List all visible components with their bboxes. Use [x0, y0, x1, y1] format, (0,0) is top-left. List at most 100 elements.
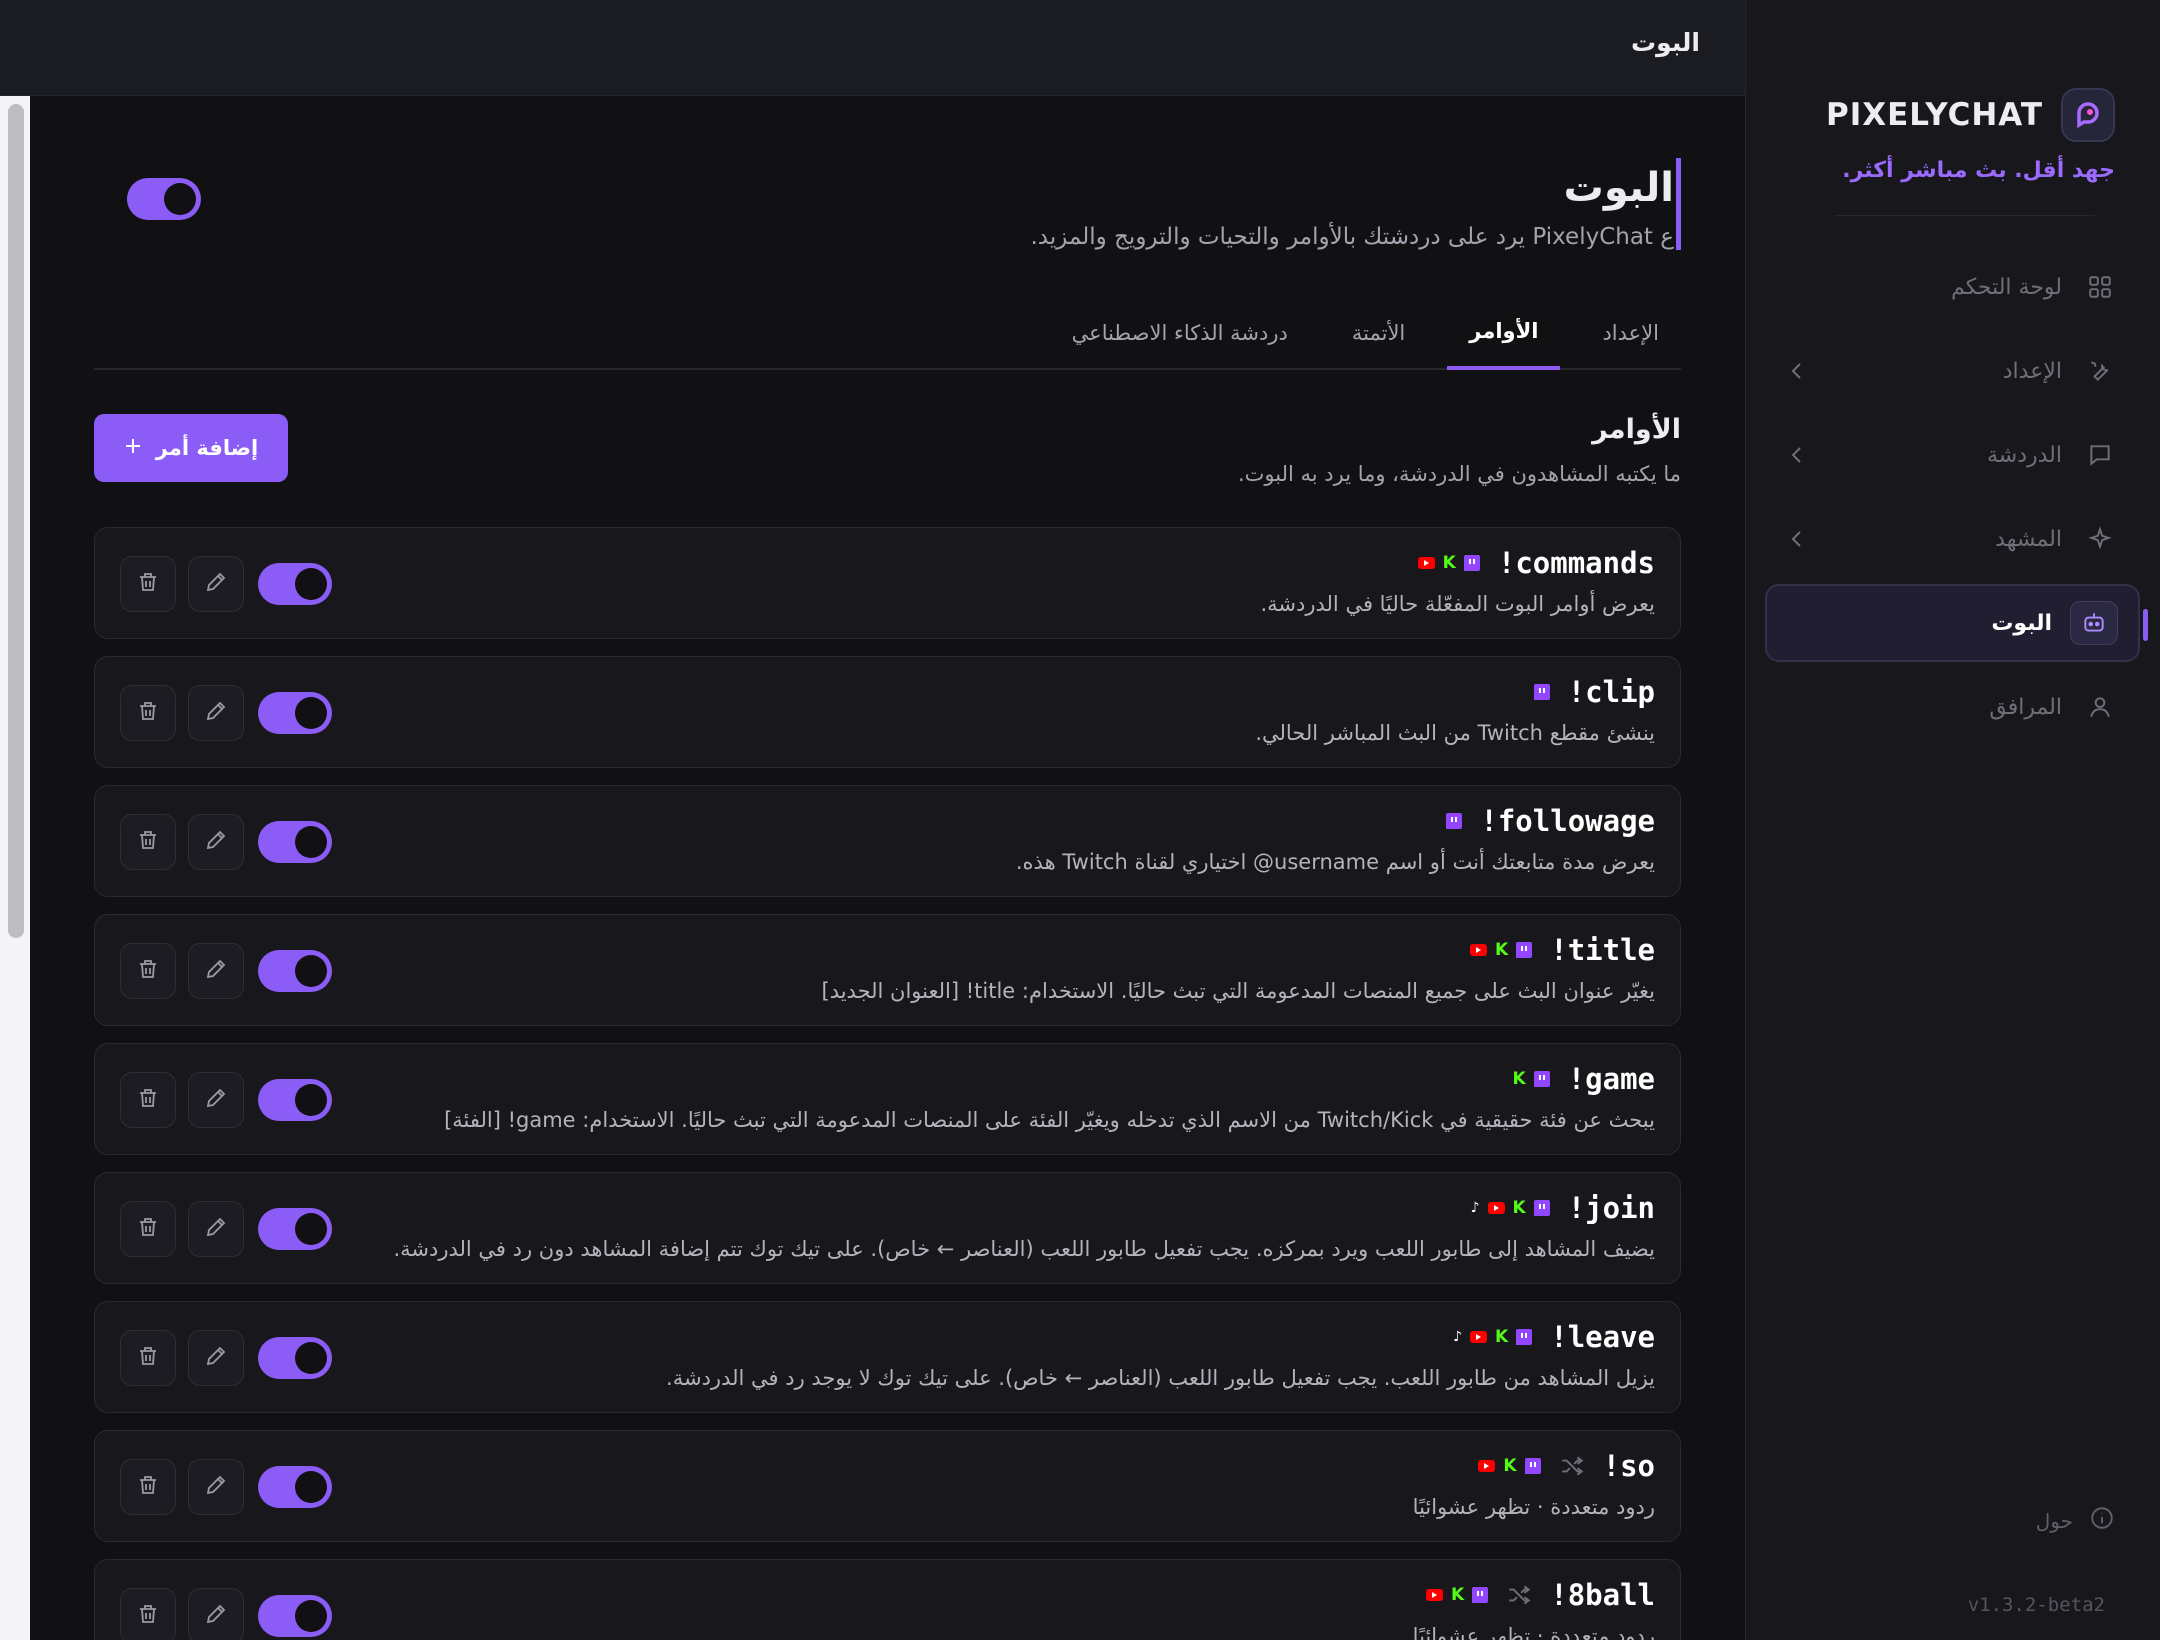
delete-button[interactable] — [120, 1201, 176, 1257]
command-enabled-toggle[interactable] — [258, 950, 332, 992]
youtube-icon — [1470, 944, 1488, 956]
command-header: !so K — [1478, 1449, 1655, 1483]
sidebar-item-label: المرافق — [1989, 694, 2062, 720]
sidebar-item-label: الدردشة — [1986, 442, 2062, 468]
sidebar-item-label: المشهد — [1995, 526, 2062, 552]
sidebar-item-label: البوت — [1991, 610, 2052, 636]
edit-button[interactable] — [188, 685, 244, 741]
kick-icon: K — [1442, 553, 1456, 573]
command-header: !leave K ♪ — [1453, 1320, 1655, 1354]
command-enabled-toggle[interactable] — [258, 1337, 332, 1379]
command-header: !commands K — [1417, 546, 1655, 580]
sidebar-item-bot[interactable]: البوت — [1765, 584, 2148, 662]
chat-bubble-icon — [2080, 435, 2120, 475]
edit-button[interactable] — [188, 814, 244, 870]
command-enabled-toggle[interactable] — [258, 821, 332, 863]
command-header: !followage — [1446, 804, 1655, 838]
section-title: الأوامر — [1592, 414, 1681, 445]
youtube-icon — [1470, 1331, 1488, 1343]
command-header: !join K ♪ — [1471, 1191, 1655, 1225]
command-row: !followage يعرض مدة متابعتك أنت أو اسم u… — [94, 785, 1681, 897]
command-header: !8ball K — [1426, 1578, 1655, 1612]
command-enabled-toggle[interactable] — [258, 1595, 332, 1637]
tab-bar: الإعداد الأوامر الأتمتة دردشة الذكاء الا… — [94, 296, 1681, 370]
pencil-icon — [204, 957, 228, 985]
delete-button[interactable] — [120, 685, 176, 741]
sidebar-item-scene[interactable]: المشهد — [1765, 500, 2140, 578]
bot-master-toggle[interactable] — [127, 178, 201, 220]
twitch-icon — [1533, 684, 1550, 700]
delete-button[interactable] — [120, 1459, 176, 1515]
sidebar-item-chat[interactable]: الدردشة — [1765, 416, 2140, 494]
chevron-left-icon — [1785, 361, 1809, 381]
platform-icons: K — [1417, 553, 1480, 573]
pencil-icon — [204, 828, 228, 856]
delete-button[interactable] — [120, 943, 176, 999]
platform-icons — [1446, 813, 1463, 829]
add-command-button[interactable]: إضافة أمر — [94, 414, 288, 482]
delete-button[interactable] — [120, 1330, 176, 1386]
delete-button[interactable] — [120, 1072, 176, 1128]
command-actions — [120, 1459, 332, 1515]
platform-icons: K ♪ — [1470, 1200, 1550, 1217]
command-actions — [120, 1588, 332, 1640]
command-name: !so — [1602, 1449, 1655, 1483]
edit-button[interactable] — [188, 1459, 244, 1515]
command-enabled-toggle[interactable] — [258, 1208, 332, 1250]
sidebar-nav: لوحة التحكم الإعداد الدردشة المشهد البوت… — [1765, 248, 2148, 752]
brand[interactable]: PIXELYCHAT — [1826, 88, 2115, 142]
command-description: يعرض مدة متابعتك أنت أو اسم username@ اخ… — [1015, 850, 1655, 874]
plus-icon — [124, 436, 142, 460]
edit-button[interactable] — [188, 556, 244, 612]
command-enabled-toggle[interactable] — [258, 563, 332, 605]
trash-icon — [136, 1344, 160, 1372]
info-icon — [2089, 1505, 2115, 1536]
sidebar-item-utilities[interactable]: المرافق — [1765, 668, 2140, 746]
edit-button[interactable] — [188, 943, 244, 999]
scrollbar-thumb[interactable] — [8, 104, 24, 938]
command-actions — [120, 556, 332, 612]
edit-button[interactable] — [188, 1588, 244, 1640]
page-title: البوت — [1563, 165, 1674, 211]
about-link[interactable]: حول — [2036, 1505, 2115, 1536]
tab-automation[interactable]: الأتمتة — [1330, 296, 1427, 370]
pencil-icon — [204, 1344, 228, 1372]
command-name: !join — [1567, 1191, 1655, 1225]
pencil-icon — [204, 1602, 228, 1630]
youtube-icon — [1487, 1202, 1505, 1214]
edit-button[interactable] — [188, 1072, 244, 1128]
sidebar-item-setup[interactable]: الإعداد — [1765, 332, 2140, 410]
command-header: !title K — [1470, 933, 1655, 967]
pencil-icon — [204, 699, 228, 727]
main-content: البوت ع PixelyChat يرد على دردشتك بالأوا… — [30, 96, 1745, 1640]
delete-button[interactable] — [120, 814, 176, 870]
edit-button[interactable] — [188, 1201, 244, 1257]
youtube-icon — [1417, 557, 1435, 569]
trash-icon — [136, 828, 160, 856]
command-enabled-toggle[interactable] — [258, 692, 332, 734]
delete-button[interactable] — [120, 556, 176, 612]
tab-ai-chat[interactable]: دردشة الذكاء الاصطناعي — [1050, 296, 1310, 370]
twitch-icon — [1533, 1200, 1550, 1216]
tab-setup[interactable]: الإعداد — [1580, 296, 1681, 370]
command-actions — [120, 814, 332, 870]
command-name: !game — [1567, 1062, 1655, 1096]
command-enabled-toggle[interactable] — [258, 1079, 332, 1121]
tiktok-icon: ♪ — [1470, 1200, 1480, 1216]
trash-icon — [136, 1602, 160, 1630]
command-enabled-toggle[interactable] — [258, 1466, 332, 1508]
pencil-icon — [204, 570, 228, 598]
trash-icon — [136, 1215, 160, 1243]
platform-icons: K ♪ — [1453, 1329, 1533, 1346]
edit-button[interactable] — [188, 1330, 244, 1386]
delete-button[interactable] — [120, 1588, 176, 1640]
shuffle-icon — [1559, 1453, 1585, 1479]
command-row: !8ball K ردود متعددة · تظهر عشوائيًا — [94, 1559, 1681, 1640]
tab-commands[interactable]: الأوامر — [1447, 296, 1561, 370]
sidebar-item-dashboard[interactable]: لوحة التحكم — [1765, 248, 2140, 326]
command-actions — [120, 1072, 332, 1128]
chevron-left-icon — [1785, 445, 1809, 465]
sidebar-item-label: الإعداد — [2002, 358, 2062, 384]
command-description: يعرض أوامر البوت المفعّلة حاليًا في الدر… — [1260, 592, 1655, 616]
page-subtitle: ع PixelyChat يرد على دردشتك بالأوامر وال… — [1030, 224, 1674, 250]
